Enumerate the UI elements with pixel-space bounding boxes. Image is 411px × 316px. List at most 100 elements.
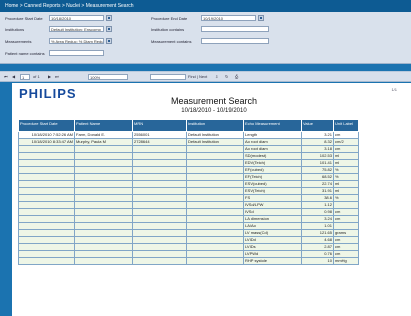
table-cell: LVIDd	[243, 236, 302, 244]
print-icon[interactable]: ⎙	[235, 72, 238, 82]
column-header[interactable]: MRN	[132, 119, 187, 132]
table-cell	[74, 236, 133, 244]
table-cell	[132, 145, 187, 153]
table-cell	[186, 208, 244, 216]
table-cell: 2728644	[132, 138, 187, 146]
refresh-icon[interactable]: ↻	[225, 72, 228, 82]
dropdown-icon[interactable]	[106, 26, 112, 32]
measurement-contains-input[interactable]	[201, 38, 269, 44]
export-icon[interactable]: ⇩	[215, 72, 218, 82]
table-cell: 3.21	[301, 131, 334, 139]
prev-page-icon[interactable]: ◀	[12, 72, 15, 82]
table-cell	[132, 243, 187, 251]
table-row: EDV(Teich) 101.41 ml	[18, 159, 359, 167]
table-cell: 75.82	[301, 166, 334, 174]
calendar-icon[interactable]	[258, 15, 264, 21]
table-cell: %	[333, 166, 359, 174]
table-cell	[18, 180, 75, 188]
table-cell: 1.12	[301, 201, 334, 209]
table-cell: 101.41	[301, 159, 334, 167]
table-cell	[74, 215, 133, 223]
column-header[interactable]: Patient Name	[74, 119, 133, 132]
table-cell: cm/2	[333, 138, 359, 146]
table-cell	[74, 159, 133, 167]
table-row: FS 38.6%	[18, 194, 359, 202]
table-cell: cm	[333, 250, 359, 258]
calendar-icon[interactable]	[106, 15, 112, 21]
dropdown-icon[interactable]	[106, 38, 112, 44]
table-cell: 2556001	[132, 131, 187, 139]
report-date-range: 10/18/2010 - 10/19/2010	[181, 108, 247, 114]
start-date-input[interactable]: 10/18/2010	[49, 15, 104, 21]
table-cell: LA dimension	[243, 215, 302, 223]
end-date-input[interactable]: 10/19/2010	[201, 15, 256, 21]
patient-name-input[interactable]	[49, 50, 104, 56]
table-cell: 8.32	[301, 138, 334, 146]
table-cell: 10/18/2010 8:33:47 AM	[18, 138, 75, 146]
table-cell: cm	[333, 236, 359, 244]
table-row: ESV(Teich) 31.91 ml	[18, 187, 359, 195]
table-cell	[18, 215, 75, 223]
philips-logo: PHILIPS	[19, 86, 77, 101]
table-cell	[186, 180, 244, 188]
table-row: RHP systole 10 mmHg	[18, 257, 359, 265]
institutions-select[interactable]: Default Institution; Enscomp	[49, 26, 104, 32]
page-number-input[interactable]: 1	[20, 74, 30, 80]
report-title: Measurement Search	[170, 96, 258, 106]
measurement-contains-label: Measurement contains	[151, 39, 192, 44]
table-cell: SD(modest)	[243, 152, 302, 160]
table-cell: mmHg	[333, 257, 359, 265]
zoom-select[interactable]: 100%	[88, 74, 128, 80]
table-cell	[186, 145, 244, 153]
table-cell: ml	[333, 187, 359, 195]
table-cell: Length	[243, 131, 302, 139]
table-cell	[132, 159, 187, 167]
column-header[interactable]: Institution	[186, 119, 244, 132]
first-page-icon[interactable]: ⏮	[4, 72, 8, 82]
table-cell: ESV(cubed)	[243, 180, 302, 188]
last-page-icon[interactable]: ⏭	[55, 72, 59, 82]
table-row: EF(cubed) 75.82%	[18, 166, 359, 174]
table-cell	[186, 250, 244, 258]
table-cell	[132, 201, 187, 209]
table-cell: ml	[333, 180, 359, 188]
table-cell	[186, 159, 244, 167]
table-cell	[132, 194, 187, 202]
table-cell	[186, 166, 244, 174]
table-cell	[18, 257, 75, 265]
table-cell	[132, 208, 187, 216]
table-row: LV mass(Cd) 121.65 grams	[18, 229, 359, 237]
table-cell: ml	[333, 152, 359, 160]
end-date-label: Procedure End Date	[151, 16, 188, 21]
column-header[interactable]: Echo Measurement	[243, 119, 302, 132]
table-cell	[18, 145, 75, 153]
table-cell: 121.65	[301, 229, 334, 237]
patient-name-label: Patient name contains	[5, 51, 45, 56]
table-cell: 1.01	[301, 222, 334, 230]
table-cell	[186, 152, 244, 160]
table-cell	[18, 152, 75, 160]
column-header[interactable]: Value	[301, 119, 334, 132]
breadcrumb[interactable]: Home > Canned Reports > Nuclei > Measure…	[0, 0, 411, 12]
table-cell	[74, 145, 133, 153]
table-cell	[186, 187, 244, 195]
table-cell: LV mass(Cd)	[243, 229, 302, 237]
measurements-select[interactable]: % Area Reduc; % Diam Reduc	[49, 38, 104, 44]
table-cell: 102.53	[301, 152, 334, 160]
table-row: LVIDs 2.87 cm	[18, 243, 359, 251]
column-header[interactable]: Unit Label	[333, 119, 359, 132]
table-cell	[18, 236, 75, 244]
column-header[interactable]: Procedure Start Date	[18, 119, 75, 132]
find-input[interactable]	[150, 74, 186, 80]
table-cell: cm	[333, 215, 359, 223]
table-cell	[74, 208, 133, 216]
table-cell: Default Institution	[186, 131, 244, 139]
find-next-link[interactable]: Find | Next	[188, 72, 207, 82]
table-cell	[18, 222, 75, 230]
next-page-icon[interactable]: ▶	[48, 72, 51, 82]
table-cell: 10/18/2010 7:52:26 AM	[18, 131, 75, 139]
table-cell	[132, 257, 187, 265]
institution-contains-input[interactable]	[201, 26, 269, 32]
table-cell: Farm, Donald E.	[74, 131, 133, 139]
table-cell: LVIDs	[243, 243, 302, 251]
